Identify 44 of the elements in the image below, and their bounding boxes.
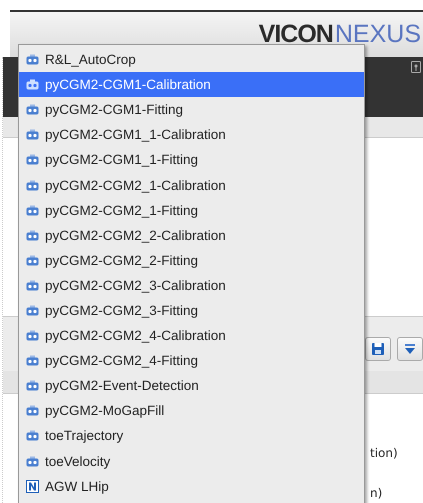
pipeline-icon — [26, 230, 39, 241]
pipeline-item[interactable]: toeTrajectory — [19, 423, 364, 448]
pipeline-icon — [26, 380, 39, 392]
pipeline-item[interactable]: pyCGM2-CGM2_1-Fitting — [19, 198, 364, 223]
pipeline-icon — [26, 430, 39, 442]
pipeline-item[interactable]: pyCGM2-CGM2_4-Fitting — [19, 348, 364, 374]
pipeline-item[interactable]: pyCGM2-CGM1_1-Fitting — [19, 147, 364, 172]
pipeline-icon — [26, 280, 39, 291]
option-text: n) — [370, 486, 382, 500]
pipeline-item[interactable]: pyCGM2-CGM2_3-Fitting — [19, 298, 364, 324]
pipeline-item[interactable]: pyCGM2-CGM2_1-Calibration — [19, 172, 364, 198]
pin-icon — [411, 61, 421, 73]
pipeline-icon — [26, 204, 39, 216]
pipeline-icon — [26, 79, 39, 90]
pipeline-icon — [26, 355, 39, 366]
logo-text: NEXUS — [334, 20, 421, 49]
down-arrow-icon — [404, 342, 416, 356]
pipeline-item[interactable]: pyCGM2-Event-Detection — [19, 373, 364, 398]
dropdown-button[interactable] — [397, 337, 423, 361]
pipeline-item[interactable]: pyCGM2-MoGapFill — [19, 398, 364, 424]
pipeline-item[interactable]: pyCGM2-CGM1-Fitting — [19, 97, 364, 122]
pipeline-item[interactable]: pyCGM2-CGM1_1-Calibration — [19, 122, 364, 148]
pipeline-item[interactable]: AGW LHip — [19, 474, 364, 499]
pipeline-icon — [26, 154, 39, 166]
option-text: tion) — [370, 446, 398, 460]
pipeline-icon — [26, 456, 39, 467]
pipeline-item[interactable]: pyCGM2-CGM2_4-Calibration — [19, 323, 364, 348]
pipeline-icon — [26, 129, 39, 140]
pipeline-item[interactable]: R&L_AutoCrop — [19, 47, 364, 72]
pipeline-icon — [26, 254, 39, 266]
pipeline-item[interactable]: pyCGM2-CGM2_3-Calibration — [19, 272, 364, 298]
pipeline-icon — [26, 180, 39, 191]
n-logo-icon — [26, 480, 39, 493]
pipeline-icon — [26, 304, 39, 316]
pipeline-item[interactable]: pyCGM2-CGM1-Calibration — [19, 72, 364, 98]
pipeline-icon — [26, 330, 39, 342]
save-button[interactable] — [365, 337, 391, 361]
pipeline-item[interactable]: toeVelocity — [19, 448, 364, 474]
pipeline-icon — [26, 54, 39, 66]
pipeline-item[interactable]: pyCGM2-CGM2_2-Fitting — [19, 248, 364, 273]
pipeline-icon — [26, 104, 39, 116]
pipeline-item[interactable]: pyCGM2-CGM2_2-Calibration — [19, 222, 364, 248]
logo-text: VICON — [258, 20, 333, 49]
pipeline-icon — [26, 405, 39, 416]
